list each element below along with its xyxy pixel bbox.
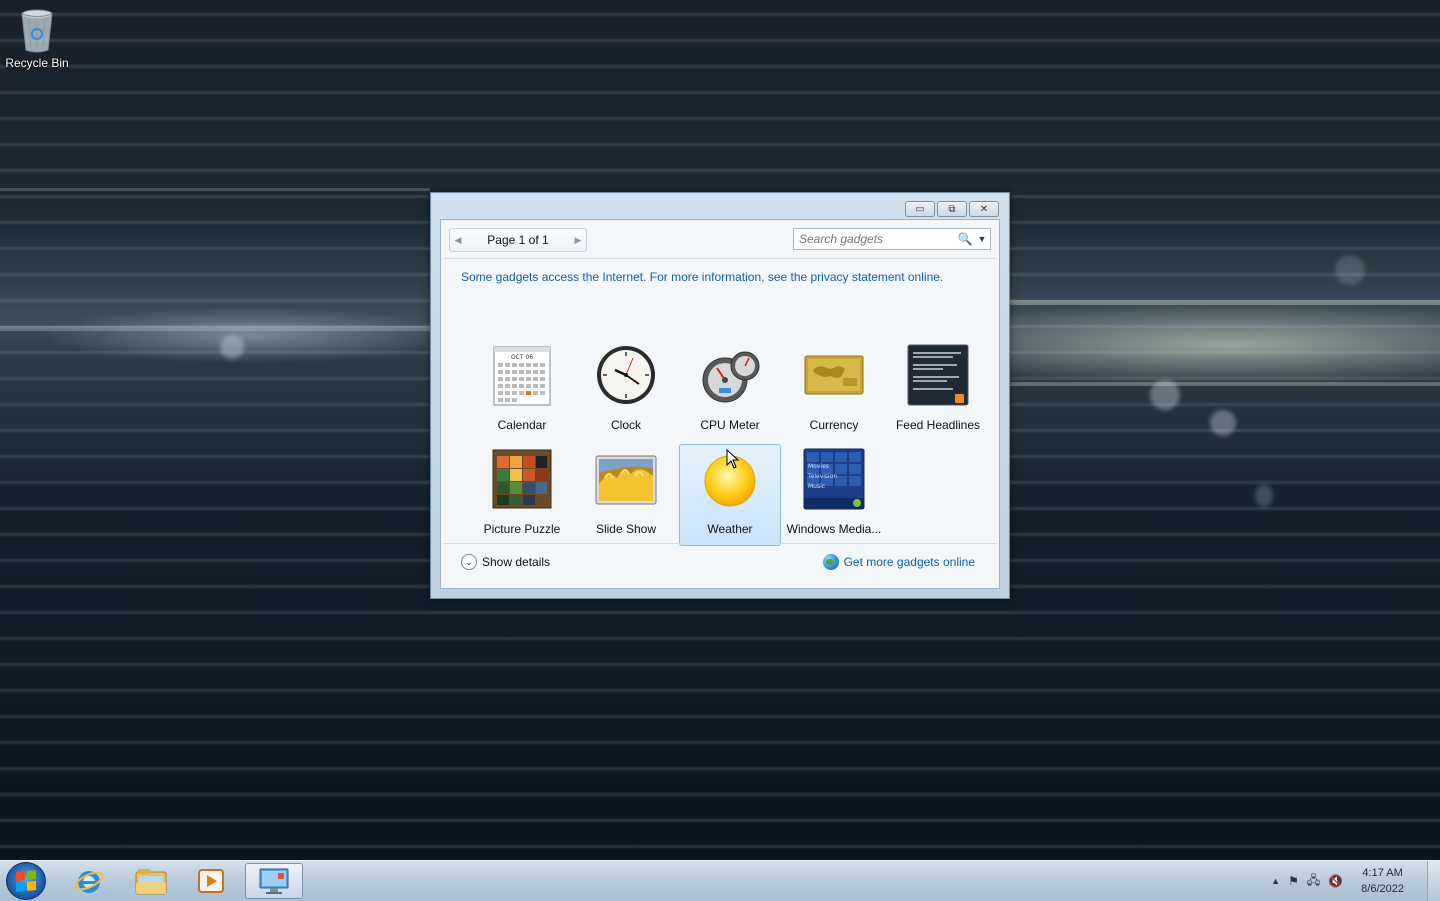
search-icon[interactable]: 🔍 — [956, 232, 974, 246]
get-more-gadgets-link[interactable]: Get more gadgets online — [822, 554, 975, 570]
taskbar-windows-explorer[interactable] — [122, 863, 180, 899]
mouse-cursor-icon — [726, 449, 740, 469]
volume-muted-icon[interactable]: 🔇 — [1328, 874, 1343, 888]
wallpaper-streak — [1010, 300, 1440, 305]
wallpaper-streak — [0, 188, 430, 191]
clock-icon — [597, 346, 655, 404]
slide-show-icon — [595, 455, 657, 505]
gadget-label: Currency — [809, 418, 859, 432]
recycle-bin-label: Recycle Bin — [5, 56, 69, 70]
wallpaper-streak — [1010, 382, 1440, 386]
desktop-gadgets-icon — [259, 868, 289, 894]
gadget-cpu-meter[interactable]: CPU Meter — [679, 340, 781, 442]
windows-logo-icon — [16, 869, 36, 893]
gallery-footer: ⌄ Show details Get more gadgets online — [441, 544, 999, 588]
wallpaper-bokeh — [1210, 410, 1236, 436]
desktop-icon-recycle-bin[interactable]: Recycle Bin — [4, 6, 70, 70]
recycle-bin-icon — [21, 9, 53, 53]
network-icon[interactable]: 🖧 — [1307, 871, 1320, 892]
gadget-calendar[interactable]: OCT 06 Calendar — [471, 340, 573, 442]
feed-headlines-icon — [907, 344, 969, 406]
windows-explorer-icon — [135, 869, 167, 895]
gallery-toolbar: ◀ Page 1 of 1 ▶ 🔍 ▼ — [449, 228, 991, 252]
cpu-meter-icon — [702, 351, 760, 403]
gadget-label: CPU Meter — [700, 418, 760, 432]
taskbar: ▲ ⚑ 🖧 🔇 4:17 AM 8/6/2022 — [0, 860, 1440, 901]
page-indicator: Page 1 of 1 — [487, 233, 549, 247]
gadget-picture-puzzle[interactable]: Picture Puzzle — [471, 444, 573, 546]
search-input[interactable] — [794, 230, 956, 248]
wallpaper-bokeh — [1255, 485, 1273, 507]
gadget-label: Clock — [610, 418, 641, 432]
media-tile-television: Television — [807, 473, 837, 480]
gadget-clock[interactable]: Clock — [575, 340, 677, 442]
previous-page-button[interactable]: ◀ — [450, 235, 466, 246]
gadget-label: Calendar — [497, 418, 547, 432]
minimize-icon: ▭ — [915, 203, 925, 215]
close-icon: ✕ — [979, 203, 989, 215]
show-details-label: Show details — [482, 555, 551, 569]
taskbar-media-player[interactable] — [182, 863, 240, 899]
page-navigator: ◀ Page 1 of 1 ▶ — [449, 228, 587, 252]
search-dropdown-button[interactable]: ▼ — [974, 234, 990, 244]
show-hidden-icons-button[interactable]: ▲ — [1271, 876, 1280, 886]
gadget-slide-show[interactable]: Slide Show — [575, 444, 677, 546]
divider — [443, 258, 997, 259]
close-button[interactable]: ✕ — [969, 201, 999, 217]
minimize-button[interactable]: ▭ — [905, 201, 935, 217]
clock-time: 4:17 AM — [1362, 867, 1403, 879]
wallpaper-bokeh — [220, 335, 244, 359]
gadget-windows-media-center[interactable]: Movies Television Music Windows Media... — [783, 444, 885, 546]
gadget-gallery-window: ▭ ⧉ ✕ ◀ Page 1 of 1 ▶ 🔍 ▼ Some gadgets a… — [430, 192, 1010, 599]
media-tile-music: Music — [808, 483, 825, 490]
system-tray: ▲ ⚑ 🖧 🔇 4:17 AM 8/6/2022 — [1271, 861, 1404, 901]
next-page-button[interactable]: ▶ — [570, 235, 586, 246]
action-center-flag-icon[interactable]: ⚑ — [1288, 874, 1299, 888]
clock-date: 8/6/2022 — [1361, 883, 1404, 895]
privacy-notice-link[interactable]: Some gadgets access the Internet. For mo… — [461, 270, 943, 284]
gadget-gallery-content: ◀ Page 1 of 1 ▶ 🔍 ▼ Some gadgets access … — [440, 219, 1000, 589]
taskbar-clock[interactable]: 4:17 AM 8/6/2022 — [1361, 865, 1404, 897]
show-details-toggle[interactable]: ⌄ Show details — [461, 554, 550, 570]
gadget-label: Picture Puzzle — [483, 522, 561, 536]
show-desktop-button[interactable] — [1427, 861, 1440, 901]
start-button[interactable] — [6, 862, 46, 900]
windows-media-center-icon: Movies Television Music — [803, 448, 865, 510]
get-more-gadgets-label: Get more gadgets online — [843, 555, 975, 569]
globe-icon — [822, 554, 839, 570]
gadget-label: Windows Media... — [786, 522, 882, 536]
wallpaper-streak — [0, 326, 430, 331]
taskbar-desktop-gadgets[interactable] — [245, 863, 303, 899]
gadget-label: Feed Headlines — [895, 418, 981, 432]
taskbar-internet-explorer[interactable] — [60, 863, 118, 899]
media-player-icon — [198, 869, 224, 893]
gadget-feed-headlines[interactable]: Feed Headlines — [887, 340, 989, 442]
calendar-month-label: OCT 06 — [511, 354, 533, 361]
wallpaper-bokeh — [1150, 380, 1180, 410]
calendar-icon: OCT 06 — [493, 346, 551, 406]
restore-button[interactable]: ⧉ — [937, 201, 967, 217]
restore-icon: ⧉ — [948, 203, 956, 215]
wallpaper-bokeh — [1335, 255, 1365, 285]
search-box: 🔍 ▼ — [793, 228, 991, 250]
gadget-label: Slide Show — [595, 522, 657, 536]
currency-icon — [804, 355, 864, 395]
internet-explorer-icon — [74, 871, 104, 893]
media-tile-movies: Movies — [808, 463, 829, 470]
gadget-label: Weather — [707, 522, 753, 536]
gadget-currency[interactable]: Currency — [783, 340, 885, 442]
chevron-down-icon: ⌄ — [461, 554, 477, 570]
picture-puzzle-icon — [492, 449, 552, 509]
window-controls: ▭ ⧉ ✕ — [905, 201, 999, 217]
